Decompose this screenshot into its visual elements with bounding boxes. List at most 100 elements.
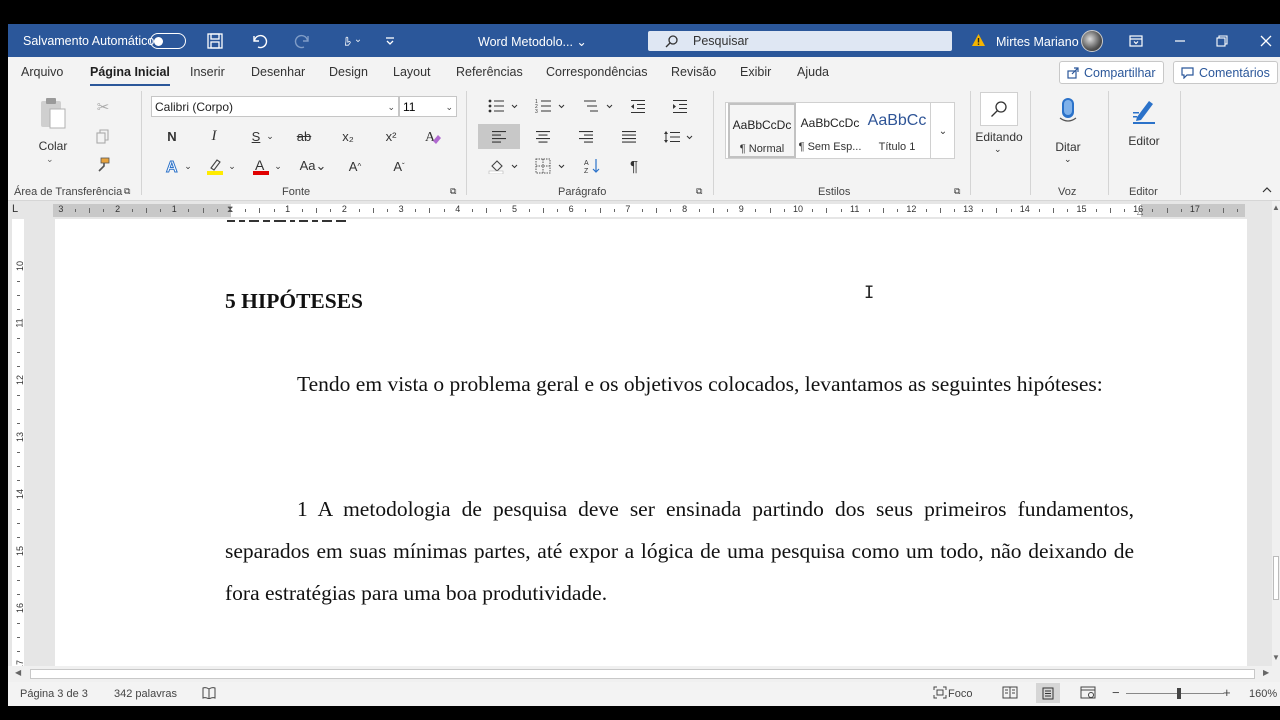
styles-more-icon[interactable]: ⌄ <box>932 121 954 141</box>
italic-button[interactable]: I <box>205 126 223 146</box>
share-button[interactable]: Compartilhar <box>1059 61 1164 84</box>
superscript-button[interactable]: x² <box>381 126 401 146</box>
horizontal-scrollbar[interactable]: ◀ ▶ <box>8 666 1280 682</box>
user-name[interactable]: Mirtes Mariano <box>996 35 1079 49</box>
sort-icon[interactable]: AZ <box>581 155 603 177</box>
chevron-down-icon[interactable]: ⌄ <box>994 144 1002 155</box>
microphone-icon[interactable] <box>1056 95 1080 127</box>
shrink-font-icon[interactable]: Aˇ <box>389 155 409 177</box>
horizontal-ruler[interactable]: L 3 2 1 1 2 3 4 5 6 7 8 9 10 11 12 13 14 15 16 17 ⧗ △ <box>8 201 1272 219</box>
restore-icon[interactable] <box>1212 31 1232 51</box>
page-count[interactable]: Página 3 de 3 <box>20 688 88 700</box>
collapse-ribbon-icon[interactable] <box>1260 183 1274 197</box>
subscript-button[interactable]: x₂ <box>338 126 358 146</box>
paste-label[interactable]: Colar <box>37 139 69 153</box>
pilcrow-icon[interactable]: ¶ <box>623 155 645 177</box>
align-right-icon[interactable] <box>575 124 597 149</box>
scroll-thumb[interactable] <box>1273 556 1279 600</box>
font-launcher-icon[interactable]: ⧉ <box>450 186 456 197</box>
strikethrough-button[interactable]: ab <box>294 126 314 146</box>
avatar[interactable] <box>1081 30 1103 52</box>
align-left-button[interactable] <box>478 124 520 149</box>
font-name-select[interactable]: Calibri (Corpo) ⌄ <box>151 96 399 117</box>
borders-icon[interactable] <box>533 155 569 177</box>
editor-label[interactable]: Editor <box>1122 134 1166 148</box>
style-no-spacing[interactable]: AaBbCcDc ¶ Sem Esp... <box>796 103 864 158</box>
chevron-down-icon[interactable]: ⌄ <box>182 155 194 177</box>
tab-desenhar[interactable]: Desenhar <box>251 65 305 79</box>
bold-button[interactable]: N <box>163 126 181 146</box>
focus-label[interactable]: Foco <box>948 688 972 700</box>
document-title[interactable]: Word Metodolo... ⌄ <box>478 34 587 49</box>
font-size-select[interactable]: 11 ⌄ <box>399 96 457 117</box>
scroll-thumb[interactable] <box>30 669 1255 679</box>
styles-launcher-icon[interactable]: ⧉ <box>954 186 960 197</box>
underline-button[interactable]: S <box>247 126 265 146</box>
decrease-indent-icon[interactable] <box>627 95 649 117</box>
right-indent-marker-icon[interactable]: △ <box>1137 207 1143 216</box>
format-painter-icon[interactable] <box>93 156 113 174</box>
scroll-down-icon[interactable]: ▼ <box>1272 653 1280 662</box>
align-center-icon[interactable] <box>532 124 554 149</box>
bullets-icon[interactable] <box>486 95 522 117</box>
close-icon[interactable] <box>1256 31 1276 51</box>
tab-ajuda[interactable]: Ajuda <box>797 65 829 79</box>
scroll-left-icon[interactable]: ◀ <box>15 668 21 677</box>
undo-icon[interactable] <box>249 31 269 51</box>
dictate-label[interactable]: Ditar <box>1052 140 1084 154</box>
web-layout-icon[interactable] <box>1080 686 1096 702</box>
tab-selector-icon[interactable]: L <box>12 203 18 215</box>
font-case-icon[interactable]: Aa⌄ <box>298 155 328 177</box>
style-normal[interactable]: AaBbCcDc ¶ Normal <box>728 103 796 158</box>
tab-correspondencias[interactable]: Correspondências <box>546 65 647 79</box>
chevron-down-icon[interactable]: ⌄ <box>272 155 284 177</box>
tab-arquivo[interactable]: Arquivo <box>21 65 63 79</box>
zoom-in-icon[interactable]: + <box>1223 685 1231 700</box>
zoom-level[interactable]: 160% <box>1249 688 1277 700</box>
editor-icon[interactable] <box>1128 95 1160 127</box>
document-page[interactable]: 5 HIPÓTESES Tendo em vista o problema ge… <box>55 219 1247 666</box>
read-mode-icon[interactable] <box>1002 686 1018 702</box>
proofing-icon[interactable] <box>202 686 216 702</box>
tab-inserir[interactable]: Inserir <box>190 65 225 79</box>
grow-font-icon[interactable]: A ^ <box>345 155 365 177</box>
paragraph-launcher-icon[interactable]: ⧉ <box>696 186 702 197</box>
justify-icon[interactable] <box>618 124 640 149</box>
tab-revisao[interactable]: Revisão <box>671 65 716 79</box>
underline-dropdown-icon[interactable]: ⌄ <box>264 126 276 146</box>
ribbon-display-icon[interactable] <box>1126 31 1146 51</box>
zoom-out-icon[interactable]: − <box>1112 685 1120 700</box>
tab-design[interactable]: Design <box>329 65 368 79</box>
chevron-down-icon[interactable]: ⌄ <box>226 155 238 177</box>
indent-marker-icon[interactable]: ⧗ <box>227 204 233 215</box>
touch-mode-icon[interactable] <box>335 31 369 51</box>
tab-exibir[interactable]: Exibir <box>740 65 771 79</box>
scroll-right-icon[interactable]: ▶ <box>1263 668 1269 677</box>
highlight-icon[interactable] <box>204 155 226 177</box>
customize-qat-icon[interactable] <box>380 31 400 51</box>
clipboard-launcher-icon[interactable]: ⧉ <box>124 186 130 197</box>
find-icon[interactable] <box>980 92 1018 126</box>
editing-label[interactable]: Editando <box>973 130 1025 144</box>
shading-icon[interactable] <box>486 155 522 177</box>
vertical-scrollbar[interactable]: ▲ ▼ <box>1272 201 1280 666</box>
autosave-toggle[interactable] <box>150 33 186 49</box>
save-icon[interactable] <box>205 31 225 51</box>
comments-button[interactable]: Comentários <box>1173 61 1278 84</box>
zoom-slider[interactable] <box>1126 693 1224 694</box>
print-layout-button[interactable] <box>1036 683 1060 703</box>
font-color-icon[interactable]: A <box>250 155 272 177</box>
warning-icon[interactable] <box>971 33 986 50</box>
tab-referencias[interactable]: Referências <box>456 65 523 79</box>
line-spacing-icon[interactable] <box>661 124 697 149</box>
chevron-down-icon[interactable]: ⌄ <box>1064 154 1072 165</box>
clear-formatting-icon[interactable]: A <box>423 126 443 146</box>
increase-indent-icon[interactable] <box>669 95 691 117</box>
paste-icon[interactable] <box>36 95 70 133</box>
numbering-icon[interactable]: 123 <box>533 95 569 117</box>
paste-dropdown-icon[interactable]: ⌄ <box>46 154 54 165</box>
minimize-icon[interactable] <box>1170 31 1190 51</box>
tab-pagina-inicial[interactable]: Página Inicial <box>90 65 170 86</box>
zoom-slider-thumb[interactable] <box>1177 688 1181 699</box>
search-box[interactable]: Pesquisar <box>648 31 952 51</box>
